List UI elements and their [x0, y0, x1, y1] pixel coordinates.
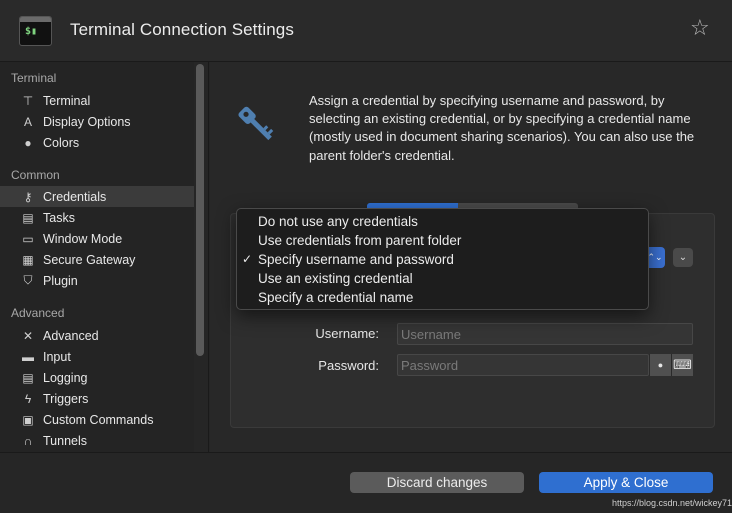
favorite-star-icon[interactable]: ☆ — [690, 17, 710, 39]
sidebar-divider — [208, 62, 209, 452]
sidebar-item-label: Colors — [43, 136, 80, 150]
sidebar-item-colors[interactable]: ● Colors — [0, 132, 194, 153]
keyboard-icon[interactable]: ⌨ — [671, 354, 693, 376]
sidebar-item-label: Advanced — [43, 329, 99, 343]
sidebar-item-input[interactable]: ▬ Input — [0, 346, 194, 367]
menu-item-existing-credential[interactable]: Use an existing credential — [237, 269, 648, 288]
tools-icon: ✕ — [22, 328, 34, 343]
sidebar-item-tunnels[interactable]: ∩ Tunnels — [0, 430, 194, 451]
section-common: Common — [11, 168, 60, 182]
menu-item-username-password[interactable]: ✓ Specify username and password — [237, 250, 648, 269]
page-title: Terminal Connection Settings — [70, 20, 294, 39]
terminal-cursor-icon: ⊤ — [22, 93, 34, 108]
sidebar-item-advanced[interactable]: ✕ Advanced — [0, 325, 194, 346]
username-label: Username: — [315, 326, 379, 341]
sidebar-item-label: Tasks — [43, 211, 75, 225]
keyboard-icon: ▬ — [22, 349, 34, 364]
credential-key-icon — [238, 106, 274, 141]
username-input[interactable] — [397, 323, 693, 345]
sidebar-item-custom-commands[interactable]: ▣ Custom Commands — [0, 409, 194, 430]
sidebar-item-window-mode[interactable]: ▭ Window Mode — [0, 228, 194, 249]
sidebar-scrollbar[interactable] — [196, 64, 204, 356]
gateway-icon: ▦ — [22, 252, 34, 267]
discard-changes-button[interactable]: Discard changes — [350, 472, 524, 493]
lightning-icon: ϟ — [24, 391, 32, 406]
sidebar-item-label: Tunnels — [43, 434, 88, 448]
sidebar-item-label: Input — [43, 350, 71, 364]
palette-icon: ● — [24, 135, 32, 150]
tunnel-icon: ∩ — [23, 433, 33, 448]
sidebar-item-label: Credentials — [43, 190, 107, 204]
section-advanced: Advanced — [11, 306, 65, 320]
sidebar-item-logging[interactable]: ▤ Logging — [0, 367, 194, 388]
menu-item-credential-name[interactable]: Specify a credential name — [237, 288, 648, 307]
reveal-password-icon[interactable]: ● — [649, 354, 671, 376]
sidebar-item-label: Window Mode — [43, 232, 123, 246]
menu-item-label: Specify a credential name — [258, 290, 414, 305]
sidebar-item-terminal[interactable]: ⊤ Terminal — [0, 90, 194, 111]
header: $▮ Terminal Connection Settings ☆ — [0, 0, 732, 62]
menu-item-label: Specify username and password — [258, 252, 454, 267]
sidebar-item-label: Display Options — [43, 115, 131, 129]
command-icon: ▣ — [22, 412, 34, 427]
sidebar-item-label: Triggers — [43, 392, 89, 406]
menu-item-parent-folder[interactable]: Use credentials from parent folder — [237, 231, 648, 250]
sidebar-item-display-options[interactable]: A Display Options — [0, 111, 194, 132]
sidebar-item-label: Logging — [43, 371, 88, 385]
menu-item-no-credentials[interactable]: Do not use any credentials — [237, 212, 648, 231]
credentials-description: Assign a credential by specifying userna… — [309, 93, 695, 163]
chevron-down-icon[interactable]: ⌄ — [673, 248, 693, 267]
menu-item-label: Do not use any credentials — [258, 214, 418, 229]
password-input[interactable] — [397, 354, 649, 376]
window-icon: ▭ — [22, 231, 34, 246]
password-label: Password: — [318, 358, 379, 373]
sidebar-item-label: Plugin — [43, 274, 78, 288]
sidebar-item-label: Secure Gateway — [43, 253, 136, 267]
apply-close-button[interactable]: Apply & Close — [539, 472, 713, 493]
sidebar-item-secure-gateway[interactable]: ▦ Secure Gateway — [0, 249, 194, 270]
credential-mode-menu: Do not use any credentials Use credentia… — [236, 208, 649, 310]
app-icon-glyph: $▮ — [25, 26, 38, 37]
terminal-window-icon: ▤ — [22, 210, 34, 225]
section-terminal: Terminal — [11, 71, 57, 85]
key-icon: ⚷ — [23, 189, 33, 204]
menu-item-label: Use an existing credential — [258, 271, 413, 286]
sidebar-item-triggers[interactable]: ϟ Triggers — [0, 388, 194, 409]
sidebar-item-plugin[interactable]: ⛉ Plugin — [0, 270, 194, 291]
terminal-app-icon: $▮ — [19, 16, 52, 46]
settings-window: $▮ Terminal Connection Settings ☆ Termin… — [0, 0, 732, 513]
sidebar-item-credentials[interactable]: ⚷ Credentials — [0, 186, 194, 207]
sidebar-item-label: Terminal — [43, 94, 91, 108]
watermark: https://blog.csdn.net/wickey713 — [612, 498, 732, 508]
shield-icon: ⛉ — [23, 273, 33, 287]
sidebar-item-tasks[interactable]: ▤ Tasks — [0, 207, 194, 228]
log-icon: ▤ — [22, 370, 34, 385]
menu-item-label: Use credentials from parent folder — [258, 233, 462, 248]
checkmark-icon: ✓ — [242, 252, 253, 266]
sidebar-item-label: Custom Commands — [43, 413, 154, 427]
font-a-icon: A — [23, 114, 32, 129]
